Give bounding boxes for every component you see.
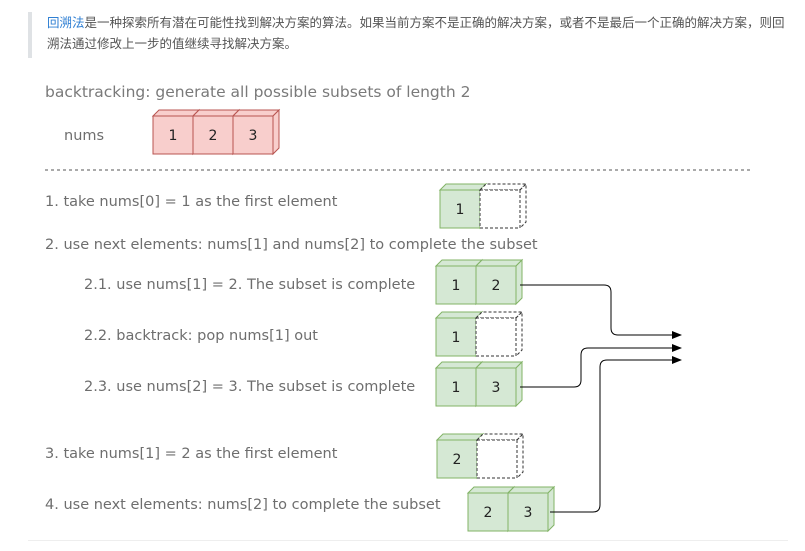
subset-array-0-cell-0-value: 1 bbox=[456, 202, 465, 218]
arrow-subset-1-2 bbox=[520, 284, 682, 339]
nums-array-cell-1-value: 2 bbox=[209, 128, 218, 144]
subset-array-3-cell-1 bbox=[474, 310, 524, 358]
subset-array-6-cell-1: 3 bbox=[506, 485, 556, 533]
subset-array-5-cell-0: 2 bbox=[435, 432, 485, 480]
subset-array-6-cell-0-value: 2 bbox=[484, 505, 493, 521]
subset-array-3-cell-0: 1 bbox=[434, 310, 484, 358]
subset-array-5-cell-1 bbox=[475, 432, 525, 480]
nums-array-cell-0: 1 bbox=[151, 108, 201, 156]
nums-array-cell-2: 3 bbox=[231, 108, 281, 156]
subset-array-4-cell-0-value: 1 bbox=[452, 380, 461, 396]
subset-array-0-cell-0: 1 bbox=[438, 182, 488, 230]
subset-array-4-cell-1: 3 bbox=[474, 360, 524, 408]
subset-array-5-cell-0-value: 2 bbox=[453, 452, 462, 468]
subset-array-0-cell-1 bbox=[478, 182, 528, 230]
subset-array-2-cell-0-value: 1 bbox=[452, 278, 461, 294]
subset-array-6-cell-0: 2 bbox=[466, 485, 516, 533]
array-boxes: 1 2 3 1 1 2 1 1 3 2 2 3 bbox=[151, 108, 556, 533]
subset-array-4-cell-0: 1 bbox=[434, 360, 484, 408]
subset-array-2-cell-1: 2 bbox=[474, 258, 524, 306]
subset-array-2-cell-0: 1 bbox=[434, 258, 484, 306]
subset-array-3-cell-0-value: 1 bbox=[452, 330, 461, 346]
nums-array-cell-1: 2 bbox=[191, 108, 241, 156]
nums-array-cell-0-value: 1 bbox=[169, 128, 178, 144]
subset-array-6-cell-1-value: 3 bbox=[524, 505, 533, 521]
bottom-divider bbox=[28, 540, 788, 541]
subset-array-2-cell-1-value: 2 bbox=[492, 278, 501, 294]
subset-array-4-cell-1-value: 3 bbox=[492, 380, 501, 396]
arrow-subset-2-3 bbox=[550, 356, 682, 513]
nums-array-cell-2-value: 3 bbox=[249, 128, 258, 144]
diagram-canvas: 1 2 3 1 1 2 1 1 3 2 2 3 bbox=[45, 108, 750, 533]
